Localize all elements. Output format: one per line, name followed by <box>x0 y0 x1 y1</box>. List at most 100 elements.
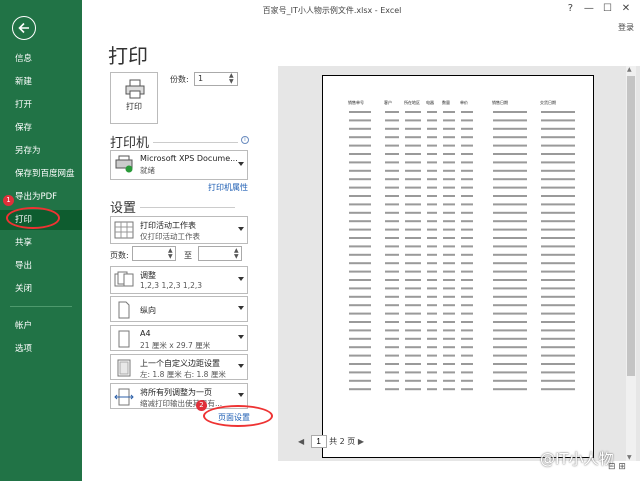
collate-select[interactable]: 调整 1,2,3 1,2,3 1,2,3 <box>110 266 248 294</box>
margins-select[interactable]: 上一个自定义边距设置 左: 1.8 厘米 右: 1.8 厘米 <box>110 354 248 380</box>
printer-heading: 打印机 <box>110 136 150 151</box>
preview-cell <box>461 203 473 206</box>
preview-cell <box>461 346 473 349</box>
preview-cell <box>427 312 437 315</box>
preview-cell <box>427 270 437 273</box>
preview-cell <box>493 363 527 365</box>
preview-cell <box>461 321 473 323</box>
preview-cell <box>461 178 473 181</box>
maximize-icon[interactable]: ☐ <box>599 3 615 14</box>
sidebar-item-options[interactable]: 选项 <box>0 339 82 359</box>
collate-title: 调整 <box>140 271 156 280</box>
paper-size-select[interactable]: A4 21 厘米 x 29.7 厘米 <box>110 325 248 351</box>
pages-to-stepper[interactable]: ▲ ▼ <box>234 248 239 260</box>
preview-cell <box>443 245 455 248</box>
preview-cell <box>493 279 527 281</box>
preview-cell <box>385 186 399 189</box>
sidebar-item-save[interactable]: 保存 <box>0 118 82 138</box>
preview-cell <box>349 119 371 122</box>
preview-cell <box>427 144 437 147</box>
preview-cell <box>349 203 371 206</box>
settings-heading: 设置 <box>110 201 137 216</box>
close-icon[interactable]: ✕ <box>618 3 634 14</box>
preview-scrollbar[interactable]: ▲ ▼ <box>626 66 636 461</box>
preview-cell <box>349 195 371 197</box>
next-page-icon[interactable]: ▶ <box>358 437 368 446</box>
preview-cell <box>405 379 421 382</box>
preview-cell <box>443 388 455 391</box>
sidebar-item-share[interactable]: 共享 <box>0 233 82 253</box>
preview-cell <box>385 178 399 181</box>
preview-cell <box>427 304 437 307</box>
current-page-input[interactable] <box>310 435 327 448</box>
scroll-down-icon[interactable]: ▼ <box>627 454 632 461</box>
sidebar-item-close[interactable]: 关闭 <box>0 279 82 299</box>
preview-cell <box>493 253 527 256</box>
preview-cell <box>349 354 371 357</box>
preview-cell <box>349 136 371 139</box>
minimize-icon[interactable]: — <box>581 3 597 14</box>
preview-cell <box>349 211 371 214</box>
preview-cell <box>405 153 421 155</box>
scroll-up-icon[interactable]: ▲ <box>627 66 632 73</box>
preview-cell <box>443 111 455 113</box>
preview-cell <box>427 321 437 323</box>
preview-cell <box>541 329 575 332</box>
help-icon[interactable]: ? <box>562 3 578 14</box>
sidebar-item-open[interactable]: 打开 <box>0 95 82 115</box>
preview-cell <box>349 312 371 315</box>
preview-cell <box>349 295 371 298</box>
preview-cell <box>493 228 527 231</box>
sidebar-item-account[interactable]: 帐户 <box>0 316 82 336</box>
preview-cell <box>385 220 399 223</box>
copies-stepper[interactable]: ▲ ▼ <box>229 73 234 85</box>
login-link[interactable]: 登录 <box>618 22 634 33</box>
chevron-down-icon <box>238 364 244 368</box>
sidebar-item-info[interactable]: 信息 <box>0 49 82 69</box>
show-margins-icon[interactable]: ⊟ <box>608 462 616 472</box>
preview-cell <box>541 312 575 315</box>
preview-cell <box>461 161 473 164</box>
preview-cell <box>385 287 399 290</box>
sidebar-item-new[interactable]: 新建 <box>0 72 82 92</box>
back-button[interactable] <box>12 16 36 40</box>
preview-cell <box>405 111 421 113</box>
preview-cell <box>427 346 437 349</box>
preview-cell <box>443 346 455 349</box>
preview-cell <box>385 203 399 206</box>
preview-cell <box>493 111 527 113</box>
zoom-controls: ⊟ ⊞ <box>608 462 626 472</box>
orientation-select[interactable]: 纵向 <box>110 296 248 322</box>
printer-properties-link[interactable]: 打印机属性 <box>208 182 248 193</box>
preview-column-header: 销售日期 <box>492 100 508 105</box>
printer-select[interactable]: Microsoft XPS Docume... 就绪 <box>110 150 248 180</box>
prev-page-icon[interactable]: ◀ <box>298 437 308 446</box>
preview-column-header: 数量 <box>442 100 450 105</box>
zoom-to-page-icon[interactable]: ⊞ <box>618 462 626 472</box>
preview-cell <box>493 245 527 248</box>
chevron-down-icon <box>238 162 244 166</box>
pages-from-stepper[interactable]: ▲ ▼ <box>168 248 173 260</box>
sidebar-item-export[interactable]: 导出 <box>0 256 82 276</box>
sidebar-item-save-as[interactable]: 另存为 <box>0 141 82 161</box>
preview-cell <box>385 363 399 365</box>
preview-cell <box>349 245 371 248</box>
scroll-thumb[interactable] <box>627 76 635 376</box>
preview-cell <box>427 379 437 382</box>
preview-cell <box>493 371 527 374</box>
preview-cell <box>443 161 455 164</box>
preview-cell <box>443 312 455 315</box>
preview-cell <box>385 245 399 248</box>
preview-cell <box>427 136 437 139</box>
preview-cell <box>385 195 399 197</box>
info-icon[interactable]: i <box>241 136 249 144</box>
preview-cell <box>427 203 437 206</box>
preview-cell <box>427 245 437 248</box>
print-button[interactable]: 打印 <box>110 72 158 124</box>
preview-cell <box>493 203 527 206</box>
sidebar-item-save-baidu[interactable]: 保存到百度网盘 <box>0 164 82 184</box>
preview-table <box>349 111 575 391</box>
preview-cell <box>493 136 527 139</box>
print-scope-select[interactable]: 打印活动工作表 仅打印活动工作表 <box>110 216 248 244</box>
preview-cell <box>493 312 527 315</box>
